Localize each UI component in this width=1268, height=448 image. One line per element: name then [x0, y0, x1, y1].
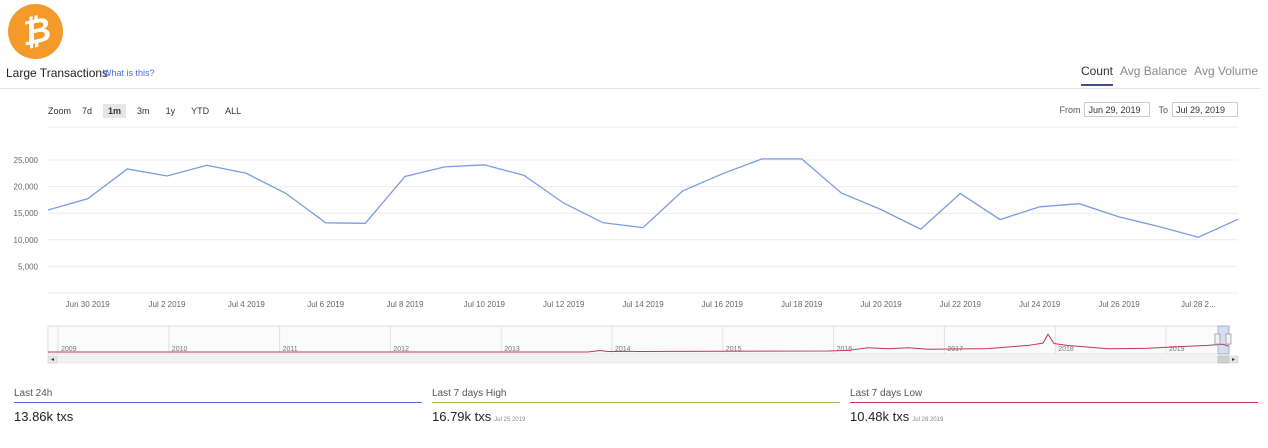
navigator-year-label: 2016 [837, 346, 853, 353]
x-tick-label: Jul 6 2019 [307, 300, 344, 309]
x-tick-label: Jul 12 2019 [543, 300, 585, 309]
series-line [47, 158, 1239, 238]
x-tick-label: Jul 22 2019 [940, 300, 982, 309]
scroll-thumb[interactable] [1217, 355, 1230, 364]
stat-label: Last 7 days Low [850, 388, 1258, 403]
stat-date: Jul 25 2019 [494, 417, 526, 423]
transactions-chart: 5,000 10,000 15,000 20,000 25,000 Jun 30 2019… [14, 126, 1239, 364]
x-tick-label: Jul 10 2019 [464, 300, 506, 309]
y-tick-label: 10,000 [14, 236, 39, 245]
stat-label: Last 7 days High [432, 388, 840, 403]
tab-avg-balance[interactable]: Avg Balance [1120, 64, 1187, 86]
x-tick-label: Jul 2 2019 [149, 300, 186, 309]
zoom-3m-button[interactable]: 3m [132, 104, 155, 118]
zoom-1m-button[interactable]: 1m [103, 104, 127, 118]
stat-7d-low: Last 7 days Low 10.48k txs Jul 28 2019 [850, 388, 1258, 428]
navigator-scrollbar-track[interactable] [47, 355, 1230, 364]
date-range: From To [1059, 102, 1238, 117]
to-label: To [1158, 104, 1168, 115]
zoom-7d-button[interactable]: 7d [77, 104, 97, 118]
bitcoin-logo-icon: ₿ [8, 4, 63, 59]
x-tick-label: Jul 24 2019 [1019, 300, 1061, 309]
from-label: From [1059, 104, 1081, 115]
from-date-input[interactable] [1084, 102, 1151, 117]
what-is-this-link[interactable]: What is this? [103, 68, 155, 78]
stat-label: Last 24h [14, 388, 422, 403]
x-tick-label: Jul 16 2019 [702, 300, 744, 309]
zoom-selector: Zoom 7d 1m 3m 1y YTD ALL [48, 104, 246, 118]
stat-value: 13.86k txs [14, 409, 74, 424]
to-date-input[interactable] [1172, 102, 1238, 117]
x-tick-label: Jul 20 2019 [860, 300, 902, 309]
x-tick-label: Jun 30 2019 [66, 300, 111, 309]
navigator-year-label: 2018 [1058, 346, 1074, 353]
tab-count[interactable]: Count [1080, 64, 1113, 86]
stat-date: Jul 28 2019 [912, 417, 944, 423]
x-tick-label: Jul 18 2019 [781, 300, 823, 309]
y-tick-label: 5,000 [18, 262, 39, 271]
metric-tabs: Count Avg Balance Avg Volume [1080, 64, 1258, 86]
x-tick-label: Jul 28 2... [1181, 300, 1216, 309]
stat-7d-high: Last 7 days High 16.79k txs Jul 25 2019 [432, 388, 840, 428]
x-tick-label: Jul 26 2019 [1098, 300, 1140, 309]
zoom-1y-button[interactable]: 1y [161, 104, 181, 118]
zoom-ytd-button[interactable]: YTD [186, 104, 214, 118]
y-tick-label: 15,000 [14, 209, 39, 218]
tab-avg-volume[interactable]: Avg Volume [1194, 64, 1258, 86]
stat-value: 16.79k txs [432, 409, 492, 424]
chart-header: Large Transactions What is this? Count A… [0, 60, 1260, 89]
stat-last-24h: Last 24h 13.86k txs [14, 388, 422, 428]
y-tick-label: 25,000 [14, 156, 39, 165]
stats-panel: Last 24h 13.86k txs Last 7 days High 16.… [0, 388, 1268, 438]
zoom-all-button[interactable]: ALL [220, 104, 246, 118]
x-tick-label: Jul 8 2019 [387, 300, 424, 309]
x-tick-label: Jul 4 2019 [228, 300, 265, 309]
page-title: Large Transactions [6, 66, 109, 80]
navigator-year-label: 2015 [726, 346, 742, 353]
navigator-right-handle[interactable] [1225, 333, 1232, 345]
x-tick-label: Jul 14 2019 [622, 300, 664, 309]
y-tick-label: 20,000 [14, 183, 39, 192]
stat-value: 10.48k txs [850, 409, 910, 424]
navigator-left-handle[interactable] [1214, 333, 1221, 345]
zoom-label: Zoom [48, 106, 72, 116]
